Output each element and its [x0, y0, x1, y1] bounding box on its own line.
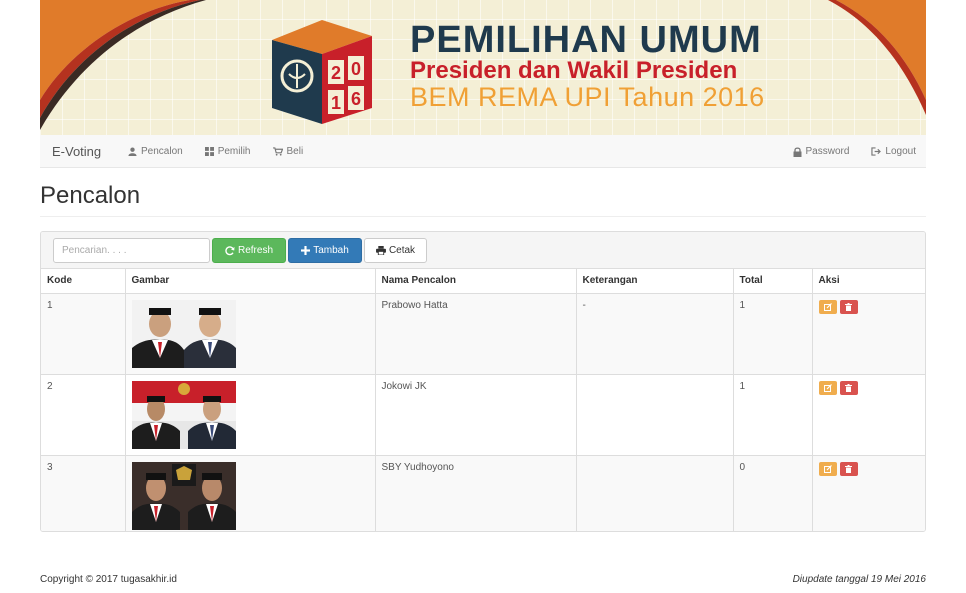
candidate-panel: Refresh Tambah Cetak Kode Gambar Nama Pe…: [40, 231, 926, 532]
cell-nama: SBY Yudhoyono: [375, 455, 577, 531]
logo-year-digit-4: 6: [351, 89, 361, 109]
navbar-brand[interactable]: E-Voting: [52, 135, 101, 168]
nav-item-label: Pencalon: [141, 146, 183, 157]
navbar-left-menu: Pencalon Pemilih Beli: [128, 135, 325, 168]
cell-gambar: [125, 374, 376, 456]
print-button-label: Cetak: [388, 245, 416, 256]
footer-updated: Diupdate tanggal 19 Mei 2016: [792, 574, 926, 585]
cell-keterangan: -: [576, 293, 734, 375]
user-icon: [128, 147, 137, 156]
cell-gambar: [125, 293, 376, 375]
candidate-photo: [131, 380, 236, 449]
column-header-keterangan[interactable]: Keterangan: [576, 269, 734, 294]
grid-icon: [204, 147, 214, 156]
nav-item-pencalon[interactable]: Pencalon: [128, 146, 183, 157]
delete-button[interactable]: [839, 380, 858, 395]
print-icon: [375, 246, 386, 255]
banner-title: PEMILIHAN UMUM: [410, 19, 762, 61]
table-row: 2 Jokowi JK 1: [41, 374, 925, 456]
search-input[interactable]: [53, 238, 210, 263]
header-banner: 2 0 1 6 PEMILIHAN UMUM Presiden dan Waki…: [40, 0, 926, 135]
table-row: 1 Prabowo Hatta - 1: [41, 293, 925, 375]
edit-icon: [823, 464, 832, 473]
banner-subtitle-secondary: BEM REMA UPI Tahun 2016: [410, 82, 765, 112]
nav-item-label: Logout: [885, 146, 916, 157]
candidate-photo: [131, 299, 236, 368]
nav-item-label: Beli: [286, 146, 304, 157]
logo-year-digit-2: 0: [351, 59, 361, 79]
nav-item-password[interactable]: Password: [793, 146, 850, 157]
cell-total: 1: [733, 293, 813, 375]
nav-item-label: Pemilih: [217, 146, 251, 157]
footer-copyright: Copyright © 2017 tugasakhir.id: [40, 574, 177, 585]
column-header-gambar[interactable]: Gambar: [125, 269, 376, 294]
cell-keterangan: [576, 374, 734, 456]
cell-aksi: [812, 374, 925, 456]
banner-subtitle: Presiden dan Wakil Presiden: [410, 57, 738, 84]
refresh-button[interactable]: Refresh: [212, 238, 286, 263]
trash-icon: [845, 302, 852, 311]
cart-icon: [272, 147, 283, 156]
cell-total: 0: [733, 455, 813, 531]
cell-aksi: [812, 455, 925, 531]
logout-icon: [871, 147, 882, 156]
logo-year-digit-1: 2: [331, 63, 341, 83]
edit-button[interactable]: [818, 380, 837, 395]
cell-nama: Jokowi JK: [375, 374, 577, 456]
nav-item-pemilih[interactable]: Pemilih: [204, 146, 251, 157]
edit-button[interactable]: [818, 461, 837, 476]
cell-kode: 2: [41, 374, 126, 456]
pemilu-logo-icon: 2 0 1 6: [272, 20, 372, 124]
plus-icon: [301, 246, 311, 255]
page-title: Pencalon: [40, 182, 141, 209]
nav-item-label: Password: [805, 146, 850, 157]
nav-item-logout[interactable]: Logout: [871, 146, 916, 157]
edit-icon: [823, 302, 832, 311]
table-header-row: Kode Gambar Nama Pencalon Keterangan Tot…: [41, 269, 925, 294]
delete-button[interactable]: [839, 461, 858, 476]
edit-icon: [823, 383, 832, 392]
edit-button[interactable]: [818, 299, 837, 314]
column-header-kode[interactable]: Kode: [41, 269, 126, 294]
cell-gambar: [125, 455, 376, 531]
cell-nama: Prabowo Hatta: [375, 293, 577, 375]
cell-kode: 3: [41, 455, 126, 531]
cell-keterangan: [576, 455, 734, 531]
add-button[interactable]: Tambah: [288, 238, 362, 263]
trash-icon: [845, 383, 852, 392]
candidate-photo: [131, 461, 236, 530]
nav-item-beli[interactable]: Beli: [272, 146, 304, 157]
column-header-aksi: Aksi: [812, 269, 925, 294]
table-row: 3 SBY Yudhoyono 0: [41, 455, 925, 531]
column-header-nama[interactable]: Nama Pencalon: [375, 269, 577, 294]
navbar-right-menu: Password Logout: [771, 135, 916, 168]
title-divider: [40, 216, 926, 217]
lock-icon: [793, 146, 801, 157]
candidate-table: Kode Gambar Nama Pencalon Keterangan Tot…: [41, 269, 925, 531]
add-button-label: Tambah: [313, 245, 349, 256]
logo-year-digit-3: 1: [331, 93, 341, 113]
column-header-total[interactable]: Total: [733, 269, 813, 294]
cell-total: 1: [733, 374, 813, 456]
trash-icon: [845, 464, 852, 473]
cell-kode: 1: [41, 293, 126, 375]
top-navbar: E-Voting Pencalon Pemilih Beli Password …: [40, 135, 926, 168]
panel-toolbar: Refresh Tambah Cetak: [41, 232, 925, 269]
print-button[interactable]: Cetak: [364, 238, 427, 263]
cell-aksi: [812, 293, 925, 375]
delete-button[interactable]: [839, 299, 858, 314]
refresh-icon: [225, 245, 235, 255]
refresh-button-label: Refresh: [237, 245, 273, 256]
